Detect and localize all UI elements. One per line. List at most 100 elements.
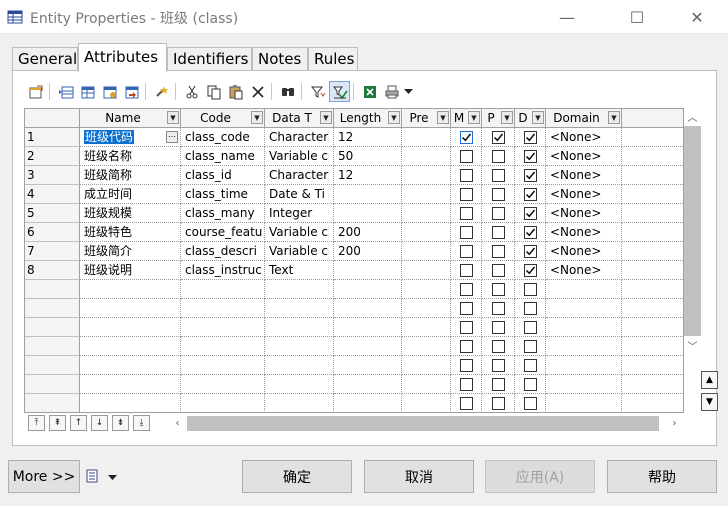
code-cell[interactable]: class_name (181, 147, 265, 166)
displayed-checkbox[interactable] (515, 185, 546, 204)
unchecked-checkbox[interactable] (523, 282, 537, 296)
column-header-displayed[interactable]: D ▼ (515, 109, 546, 128)
data-type-cell[interactable] (265, 299, 334, 318)
data-type-cell[interactable]: Character (265, 166, 334, 185)
name-cell[interactable] (80, 318, 181, 337)
length-cell[interactable]: 200 (334, 223, 402, 242)
column-header-mandatory[interactable]: M ▼ (451, 109, 482, 128)
displayed-checkbox[interactable] (515, 204, 546, 223)
tab-notes[interactable]: Notes (252, 47, 308, 71)
length-cell[interactable]: 200 (334, 242, 402, 261)
data-type-cell[interactable]: Text (265, 261, 334, 280)
unchecked-checkbox[interactable] (459, 206, 473, 220)
primary-checkbox[interactable] (482, 166, 515, 185)
add-row-icon[interactable] (77, 81, 98, 102)
displayed-checkbox[interactable] (515, 337, 546, 356)
code-cell[interactable] (181, 299, 265, 318)
dropdown-arrow-icon[interactable] (401, 81, 415, 102)
name-cell[interactable] (80, 280, 181, 299)
code-cell[interactable] (181, 280, 265, 299)
primary-checkbox[interactable] (482, 394, 515, 412)
unchecked-checkbox[interactable] (491, 206, 505, 220)
unchecked-checkbox[interactable] (491, 320, 505, 334)
table-row[interactable]: 6 班级特色 course_featu Variable c 200 <None> (25, 223, 683, 242)
precision-cell[interactable] (402, 299, 451, 318)
name-cell[interactable]: 班级名称 (80, 147, 181, 166)
menu-popup-button[interactable] (84, 466, 124, 488)
unchecked-checkbox[interactable] (459, 358, 473, 372)
unchecked-checkbox[interactable] (523, 339, 537, 353)
mandatory-checkbox[interactable] (451, 166, 482, 185)
precision-cell[interactable] (402, 147, 451, 166)
domain-cell[interactable]: <None> (546, 147, 622, 166)
move-down-icon[interactable]: ↓ (91, 415, 108, 431)
table-row[interactable]: 8 班级说明 class_instruc Text <None> (25, 261, 683, 280)
name-cell[interactable]: 成立时间 (80, 185, 181, 204)
tab-general[interactable]: General (12, 47, 78, 71)
mandatory-checkbox[interactable] (451, 223, 482, 242)
ellipsis-icon[interactable]: ⋯ (166, 131, 178, 143)
precision-cell[interactable] (402, 375, 451, 394)
more-button[interactable]: More >> (8, 460, 80, 493)
domain-cell[interactable]: <None> (546, 128, 622, 147)
unchecked-checkbox[interactable] (459, 149, 473, 163)
displayed-checkbox[interactable] (515, 261, 546, 280)
unchecked-checkbox[interactable] (523, 377, 537, 391)
table-row[interactable]: 3 班级简称 class_id Character 12 <None> (25, 166, 683, 185)
horizontal-scroll-thumb[interactable] (187, 416, 659, 431)
precision-cell[interactable] (402, 261, 451, 280)
mandatory-checkbox[interactable] (451, 280, 482, 299)
precision-cell[interactable] (402, 166, 451, 185)
unchecked-checkbox[interactable] (459, 263, 473, 277)
unchecked-checkbox[interactable] (459, 301, 473, 315)
length-cell[interactable] (334, 204, 402, 223)
length-cell[interactable] (334, 280, 402, 299)
name-cell[interactable]: 班级说明 (80, 261, 181, 280)
mandatory-checkbox[interactable] (451, 128, 482, 147)
unchecked-checkbox[interactable] (459, 339, 473, 353)
name-cell[interactable] (80, 356, 181, 375)
mandatory-checkbox[interactable] (451, 242, 482, 261)
delete-icon[interactable] (247, 81, 268, 102)
domain-cell[interactable] (546, 299, 622, 318)
empty-table-row[interactable] (25, 337, 683, 356)
column-filter-icon[interactable]: ▼ (167, 111, 179, 124)
tab-identifiers[interactable]: Identifiers (167, 47, 252, 71)
empty-table-row[interactable] (25, 280, 683, 299)
scroll-left-icon[interactable]: ‹ (169, 415, 186, 432)
length-cell[interactable] (334, 337, 402, 356)
precision-cell[interactable] (402, 242, 451, 261)
data-type-cell[interactable]: Character (265, 128, 334, 147)
cancel-button[interactable]: 取消 (364, 460, 474, 493)
displayed-checkbox[interactable] (515, 375, 546, 394)
displayed-checkbox[interactable] (515, 394, 546, 412)
precision-cell[interactable] (402, 204, 451, 223)
unchecked-checkbox[interactable] (491, 168, 505, 182)
length-cell[interactable] (334, 299, 402, 318)
code-cell[interactable] (181, 318, 265, 337)
mandatory-checkbox[interactable] (451, 204, 482, 223)
unchecked-checkbox[interactable] (491, 244, 505, 258)
checked-checkbox[interactable] (523, 149, 537, 163)
checked-checkbox[interactable] (523, 168, 537, 182)
column-filter-icon[interactable]: ▼ (532, 111, 544, 124)
unchecked-checkbox[interactable] (523, 396, 537, 410)
length-cell[interactable] (334, 261, 402, 280)
precision-cell[interactable] (402, 356, 451, 375)
move-page-down-icon[interactable]: ⇟ (112, 415, 129, 431)
unchecked-checkbox[interactable] (459, 225, 473, 239)
checked-checkbox[interactable] (459, 130, 473, 144)
scroll-up-icon[interactable]: ︿ (684, 108, 701, 125)
add-attributes-icon[interactable] (99, 81, 120, 102)
empty-table-row[interactable] (25, 375, 683, 394)
primary-checkbox[interactable] (482, 337, 515, 356)
precision-cell[interactable] (402, 394, 451, 412)
displayed-checkbox[interactable] (515, 280, 546, 299)
table-row[interactable]: 4 成立时间 class_time Date & Ti <None> (25, 185, 683, 204)
primary-checkbox[interactable] (482, 261, 515, 280)
mandatory-checkbox[interactable] (451, 318, 482, 337)
checked-checkbox[interactable] (491, 130, 505, 144)
checked-checkbox[interactable] (523, 263, 537, 277)
selected-cell-text[interactable]: 班级代码 (84, 130, 135, 144)
data-type-cell[interactable] (265, 356, 334, 375)
